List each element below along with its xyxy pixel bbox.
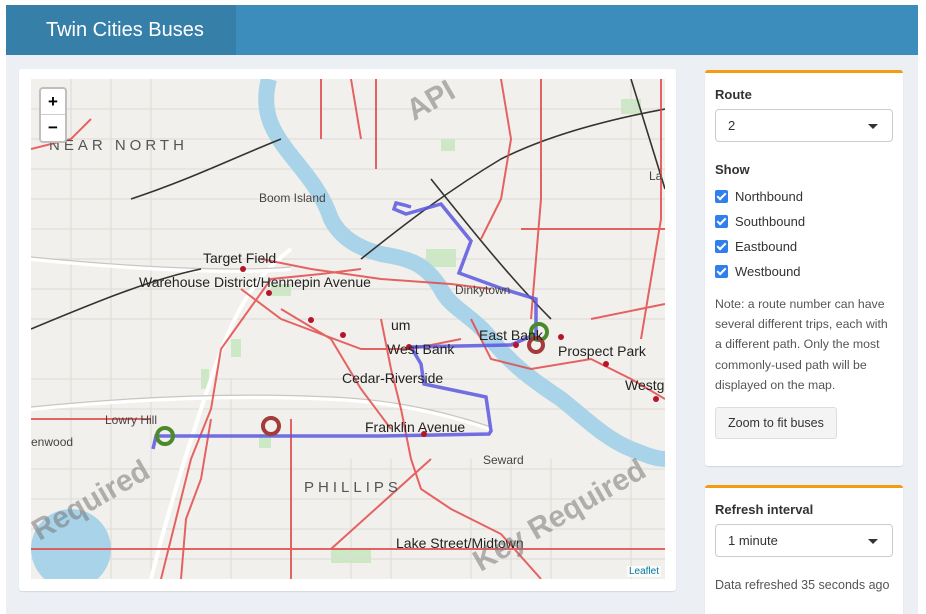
checkbox-checked-icon[interactable] (715, 240, 728, 253)
refresh-panel: Refresh interval 1 minute Data refreshed… (705, 485, 903, 614)
map-label-um: um (391, 317, 411, 333)
map-label-west-bank: West Bank (387, 341, 455, 357)
refresh-select-value: 1 minute (728, 533, 778, 548)
chevron-down-icon (868, 124, 878, 129)
bus-marker-end[interactable] (261, 416, 281, 436)
checkbox-label: Northbound (735, 189, 803, 204)
leaflet-attribution[interactable]: Leaflet (626, 566, 661, 577)
map-label-westg: Westg (625, 377, 665, 393)
map-label-lowry-hill: Lowry Hill (105, 413, 158, 427)
map-label-la: La (649, 169, 663, 183)
zoom-out-button[interactable]: − (41, 115, 65, 141)
checkbox-westbound[interactable]: Westbound (715, 259, 893, 284)
checkbox-eastbound[interactable]: Eastbound (715, 234, 893, 259)
app-frame: Twin Cities Buses NEAR NORTH Boom Island… (6, 5, 918, 614)
map-label-target-field: Target Field (203, 250, 277, 266)
route-select[interactable]: 2 (715, 109, 893, 142)
refresh-select[interactable]: 1 minute (715, 524, 893, 557)
rail-lines (31, 79, 665, 330)
map[interactable]: NEAR NORTH Boom Island Target Field Ware… (31, 79, 665, 579)
map-label-seward: Seward (483, 453, 524, 467)
checkbox-label: Southbound (735, 214, 806, 229)
map-label-dinkytown: Dinkytown (455, 283, 511, 297)
map-label-cedar-riverside: Cedar-Riverside (342, 370, 444, 386)
map-label-near-north: NEAR NORTH (49, 137, 188, 154)
checkbox-checked-icon[interactable] (715, 190, 728, 203)
refresh-status: Data refreshed 35 seconds ago (715, 578, 890, 592)
checkbox-checked-icon[interactable] (715, 215, 728, 228)
map-label-warehouse: Warehouse District/Hennepin Avenue (139, 274, 371, 290)
checkbox-southbound[interactable]: Southbound (715, 209, 893, 234)
checkbox-label: Eastbound (735, 239, 798, 254)
refresh-label: Refresh interval (715, 502, 814, 517)
route-label: Route (715, 87, 752, 102)
show-label: Show (715, 162, 750, 177)
map-label-prospect-park: Prospect Park (558, 343, 646, 359)
map-label-kenwood: enwood (31, 435, 74, 449)
checkbox-label: Westbound (735, 264, 801, 279)
mississippi-river (258, 79, 665, 467)
map-label-franklin-avenue: Franklin Avenue (365, 419, 466, 435)
zoom-in-button[interactable]: + (41, 89, 65, 115)
map-label-boom-island: Boom Island (259, 191, 326, 205)
app-title: Twin Cities Buses (6, 5, 236, 55)
zoom-to-fit-button[interactable]: Zoom to fit buses (715, 407, 837, 440)
checkbox-checked-icon[interactable] (715, 265, 728, 278)
controls-panel: Route 2 Show Northbound Southbound Eastb… (705, 70, 903, 466)
route-note: Note: a route number can have several di… (715, 297, 888, 392)
checkbox-northbound[interactable]: Northbound (715, 184, 893, 209)
map-label-phillips: PHILLIPS (304, 479, 402, 496)
chevron-down-icon (868, 539, 878, 544)
zoom-control: + − (39, 87, 67, 143)
route-select-value: 2 (728, 118, 736, 133)
map-panel: NEAR NORTH Boom Island Target Field Ware… (19, 69, 676, 591)
header-bar: Twin Cities Buses (6, 5, 918, 55)
map-label-east-bank: East Bank (479, 327, 543, 343)
